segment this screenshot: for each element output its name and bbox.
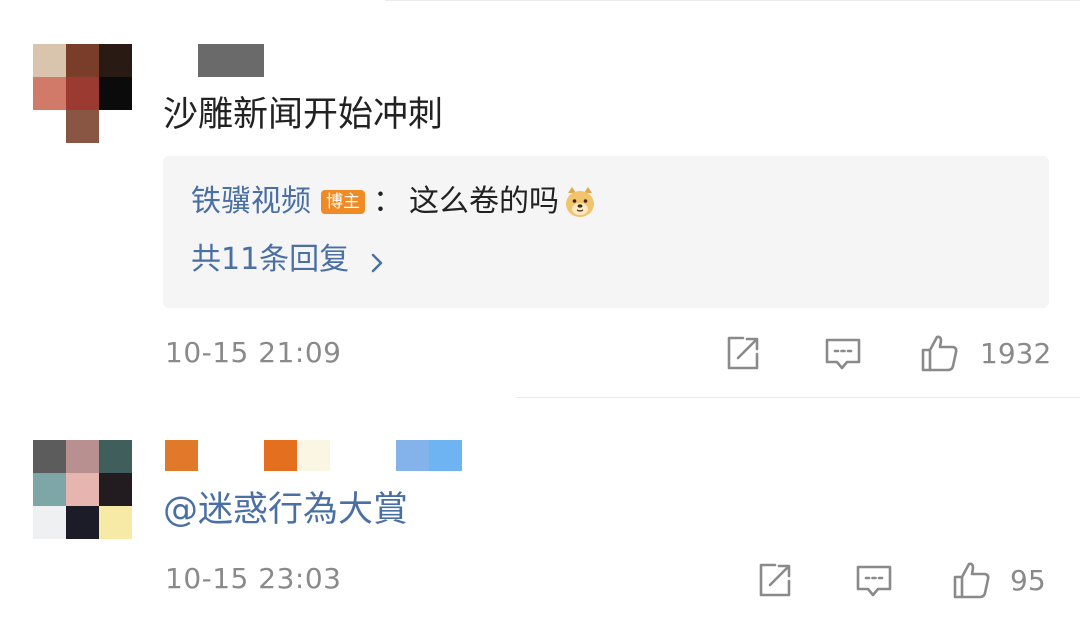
doge-emoji: [563, 185, 597, 219]
comment-icon[interactable]: [854, 560, 894, 600]
top-divider: [385, 0, 1080, 1]
comment-text[interactable]: @迷惑行為大賞: [163, 490, 408, 530]
avatar[interactable]: [33, 440, 132, 539]
like-icon[interactable]: [952, 560, 992, 600]
author-badge: 博主: [321, 190, 365, 214]
like-count: 1932: [980, 337, 1052, 370]
username-redacted[interactable]: [297, 440, 330, 471]
like-count: 95: [1010, 564, 1046, 597]
username-redacted[interactable]: [264, 440, 297, 471]
username-redacted[interactable]: [165, 440, 198, 471]
username-redacted[interactable]: [429, 440, 462, 471]
reply-text: 这么卷的吗: [409, 184, 559, 219]
reply-separator: ：: [373, 184, 403, 219]
comment-text: 沙雕新闻开始冲刺: [163, 95, 444, 135]
like-icon[interactable]: [920, 333, 960, 373]
view-replies-link[interactable]: 共11条回复: [191, 242, 389, 278]
share-icon[interactable]: [755, 560, 795, 600]
comment-divider: [516, 397, 1080, 398]
reply-author-link[interactable]: 铁骥视频: [191, 184, 311, 220]
comment-timestamp: 10-15 21:09: [165, 336, 342, 369]
comment-timestamp: 10-15 23:03: [165, 562, 342, 595]
share-icon[interactable]: [723, 333, 763, 373]
username-redacted[interactable]: [396, 440, 429, 471]
reply-preview-line: 铁骥视频 博主 ： 这么卷的吗: [191, 184, 597, 220]
comment-icon[interactable]: [823, 333, 863, 373]
reply-count-label: 共11条回复: [191, 242, 350, 277]
reply-preview-box[interactable]: 铁骥视频 博主 ： 这么卷的吗 共11条回复: [163, 156, 1049, 308]
username-redacted[interactable]: [198, 44, 264, 77]
chevron-right-icon: [365, 248, 389, 273]
avatar[interactable]: [33, 44, 132, 143]
